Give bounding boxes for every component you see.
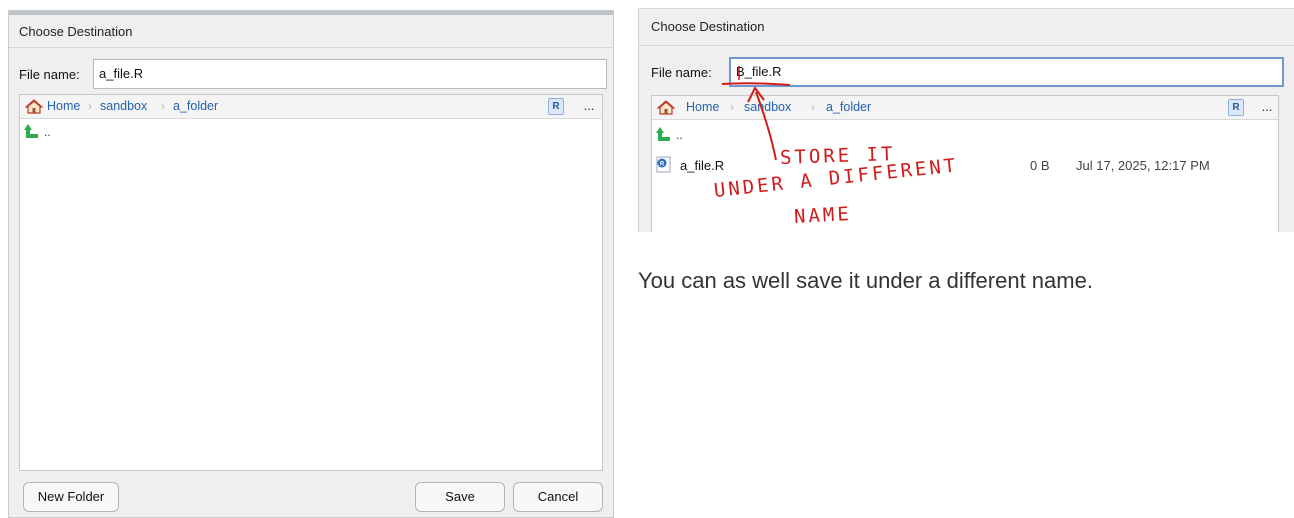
file-row[interactable]: R a_file.R 0 B Jul 17, 2025, 12:17 PM — [652, 154, 1278, 176]
breadcrumb-sandbox[interactable]: sandbox — [100, 99, 147, 113]
parent-directory-label: .. — [676, 128, 683, 142]
breadcrumb-separator: › — [730, 100, 734, 114]
r-file-icon: R — [656, 156, 671, 173]
breadcrumb-a-folder[interactable]: a_folder — [826, 100, 871, 114]
file-name-input-focused[interactable]: B_file.R — [729, 57, 1284, 87]
home-icon[interactable] — [25, 99, 43, 114]
title-divider — [9, 47, 613, 48]
dialog-title: Choose Destination — [651, 19, 765, 34]
svg-text:R: R — [660, 162, 665, 168]
breadcrumb-home[interactable]: Home — [47, 99, 80, 113]
breadcrumb-a-folder[interactable]: a_folder — [173, 99, 218, 113]
file-browser[interactable]: Home › sandbox › a_folder R ... .. R a_f… — [651, 95, 1279, 232]
choose-destination-dialog-left: Choose Destination File name: a_file.R H… — [8, 10, 614, 518]
more-options-button[interactable]: ... — [578, 95, 600, 119]
caption-text: You can as well save it under a differen… — [638, 268, 1093, 293]
breadcrumb: Home › sandbox › a_folder R ... — [20, 95, 602, 119]
title-divider — [639, 45, 1294, 46]
file-name-input[interactable]: a_file.R — [93, 59, 607, 89]
cancel-button[interactable]: Cancel — [513, 482, 603, 512]
file-name: a_file.R — [680, 158, 725, 173]
r-project-icon[interactable]: R — [1228, 99, 1244, 116]
parent-directory-label: .. — [44, 125, 51, 139]
up-arrow-icon — [24, 124, 38, 138]
dialog-title: Choose Destination — [19, 24, 133, 39]
file-size: 0 B — [1030, 158, 1050, 173]
file-name-label: File name: — [651, 65, 712, 80]
more-options-button[interactable]: ... — [1256, 96, 1278, 120]
window-top-strip — [9, 11, 613, 15]
r-project-icon[interactable]: R — [548, 98, 564, 115]
home-icon[interactable] — [657, 100, 675, 115]
save-button[interactable]: Save — [415, 482, 505, 512]
file-browser[interactable]: Home › sandbox › a_folder R ... .. — [19, 94, 603, 471]
breadcrumb-sandbox[interactable]: sandbox — [744, 100, 791, 114]
annotation-line-3: NAME — [793, 202, 853, 228]
breadcrumb: Home › sandbox › a_folder R ... — [652, 96, 1278, 120]
breadcrumb-home[interactable]: Home — [686, 100, 719, 114]
file-modified: Jul 17, 2025, 12:17 PM — [1076, 158, 1210, 173]
breadcrumb-separator: › — [88, 99, 92, 113]
new-folder-button[interactable]: New Folder — [23, 482, 119, 512]
up-arrow-icon — [656, 127, 670, 141]
file-name-label: File name: — [19, 67, 80, 82]
breadcrumb-separator: › — [811, 100, 815, 114]
breadcrumb-separator: › — [161, 99, 165, 113]
